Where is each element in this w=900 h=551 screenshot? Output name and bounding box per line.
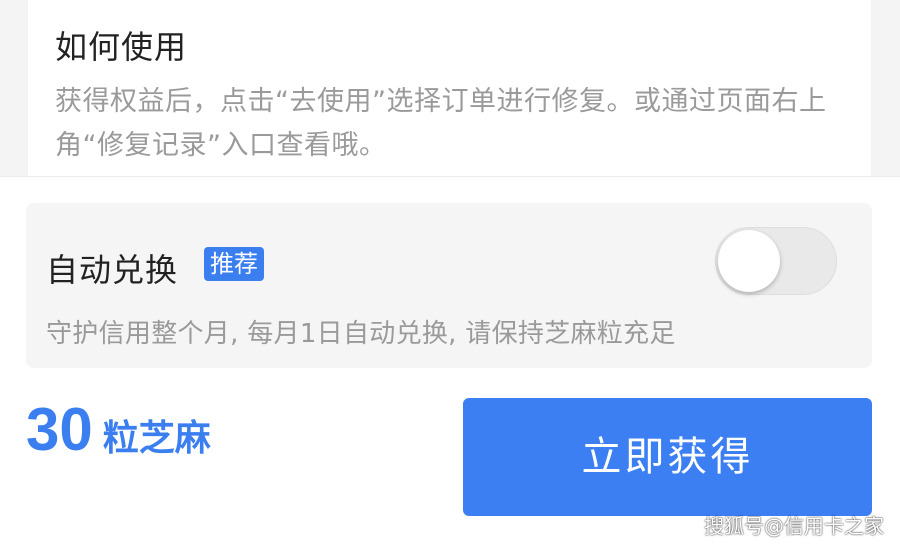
get-now-button[interactable]: 立即获得 (463, 398, 872, 516)
auto-exchange-title: 自动兑换 (46, 251, 179, 289)
watermark: 搜狐号@信用卡之家 (704, 514, 884, 538)
howto-description: 获得权益后，点击“去使用”选择订单进行修复。或通过页面右上角“修复记录”入口查看… (55, 86, 827, 161)
divider (0, 176, 900, 177)
price-value: 30 (26, 396, 93, 463)
howto-section: 如何使用 获得权益后，点击“去使用”选择订单进行修复。或通过页面右上角“修复记录… (0, 0, 900, 176)
auto-exchange-description: 守护信用整个月, 每月1日自动兑换, 请保持芝麻粒充足 (46, 319, 676, 349)
recommend-badge: 推荐 (204, 247, 264, 281)
auto-exchange-card: 自动兑换 推荐 守护信用整个月, 每月1日自动兑换, 请保持芝麻粒充足 (26, 203, 872, 368)
price: 30 粒芝麻 (26, 395, 211, 464)
auto-exchange-toggle[interactable] (715, 227, 837, 295)
toggle-knob[interactable] (718, 230, 780, 292)
price-unit: 粒芝麻 (102, 418, 211, 459)
howto-card: 如何使用 获得权益后，点击“去使用”选择订单进行修复。或通过页面右上角“修复记录… (28, 0, 871, 176)
page: 如何使用 获得权益后，点击“去使用”选择订单进行修复。或通过页面右上角“修复记录… (0, 0, 900, 551)
howto-title: 如何使用 (55, 28, 188, 66)
